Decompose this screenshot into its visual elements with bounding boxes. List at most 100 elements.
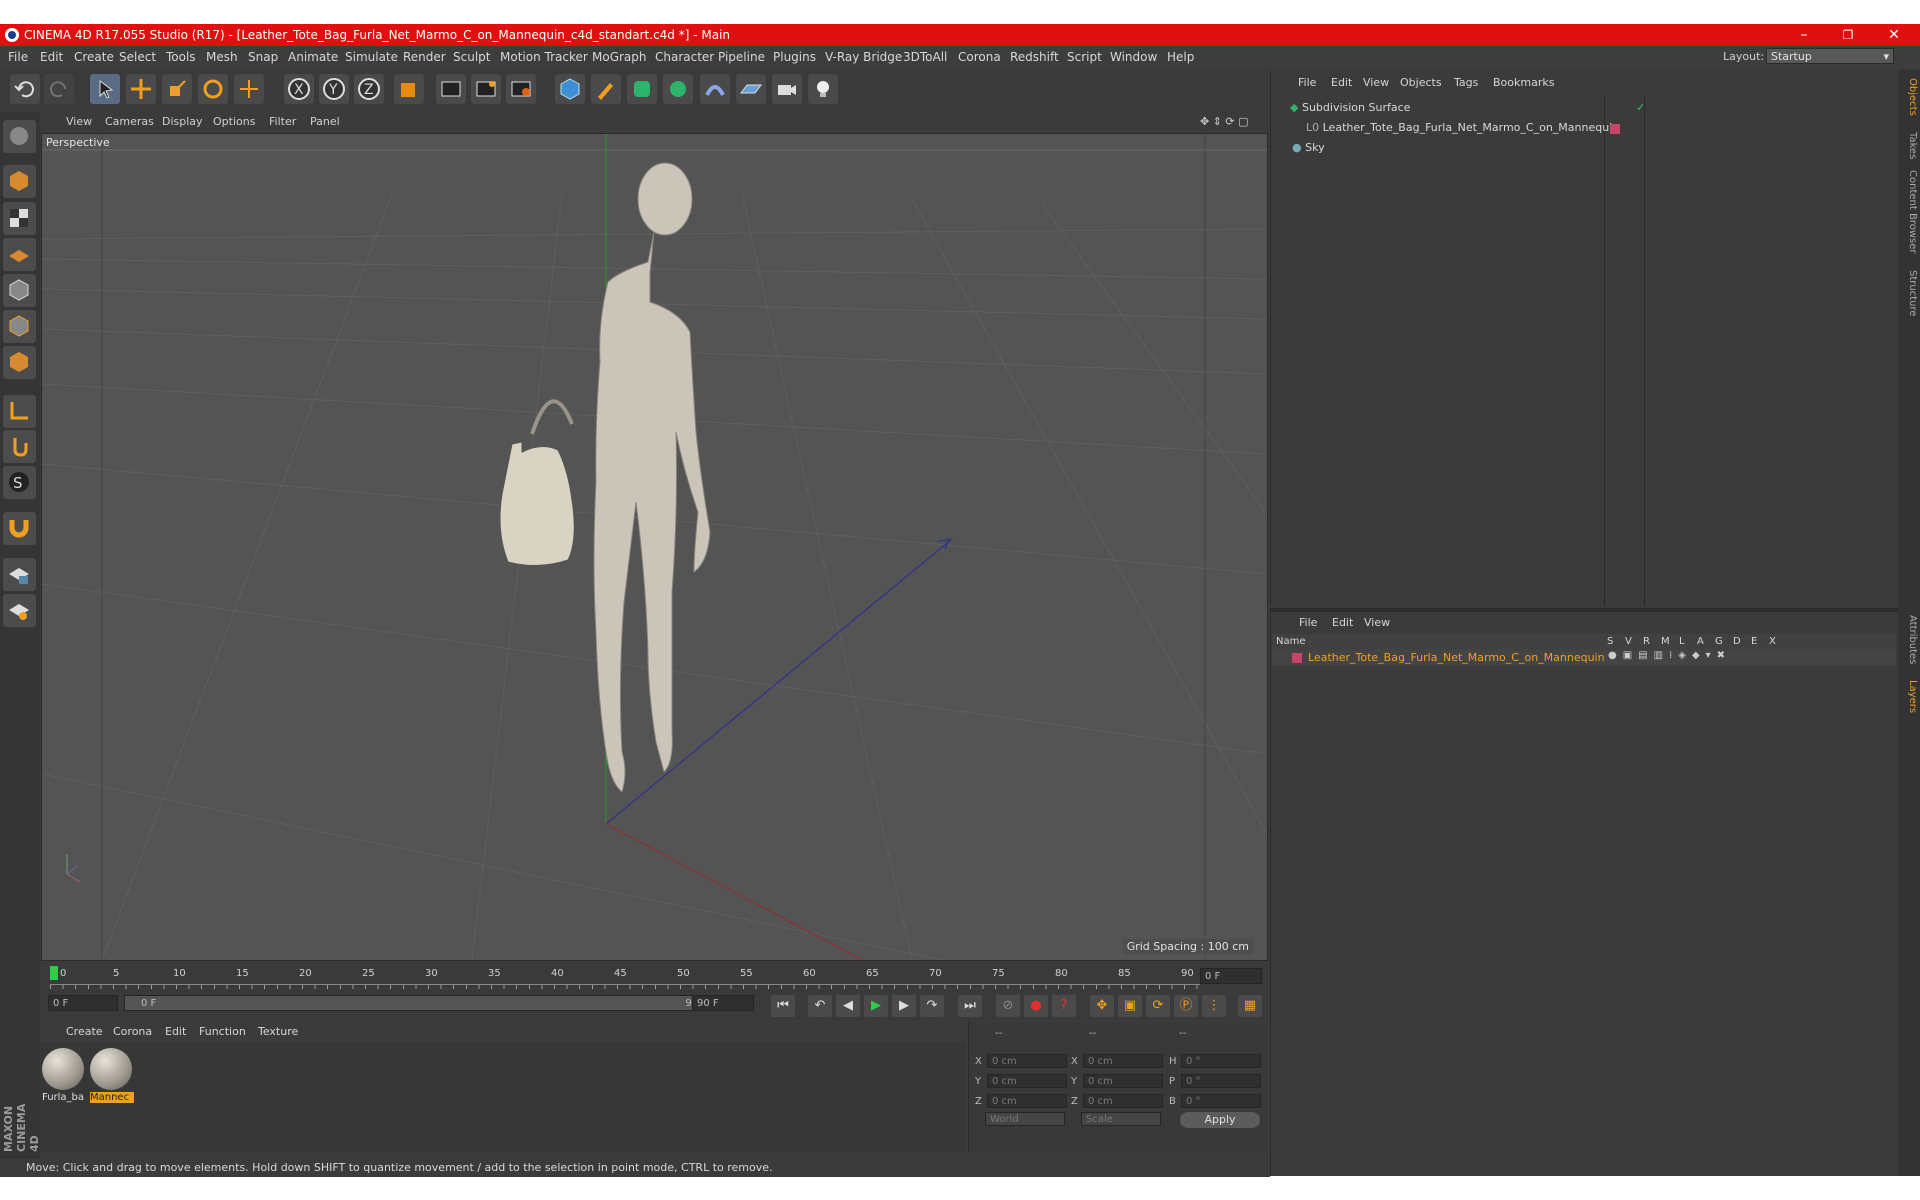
layer-col-name[interactable]: Name <box>1276 636 1306 647</box>
go-to-start-button[interactable]: ⏮ <box>771 995 795 1017</box>
layer-col-e[interactable]: E <box>1751 636 1757 647</box>
move-tool-button[interactable] <box>126 74 156 104</box>
key-rotation-button[interactable]: ⟳ <box>1146 995 1170 1017</box>
menu-corona[interactable]: Corona <box>958 50 1001 64</box>
viewport-menu-cameras[interactable]: Cameras <box>105 115 154 128</box>
menu-3dtoall[interactable]: 3DToAll <box>903 50 947 64</box>
minimize-button[interactable]: – <box>1784 25 1824 45</box>
menu-plugins[interactable]: Plugins <box>773 50 816 64</box>
key-pla-button[interactable]: ⋮ <box>1202 995 1226 1017</box>
layer-col-r[interactable]: R <box>1643 636 1650 647</box>
object-menu-edit[interactable]: Edit <box>1331 76 1352 89</box>
make-editable-button[interactable] <box>3 120 36 153</box>
rotation-b-field[interactable]: 0 ° <box>1181 1094 1261 1108</box>
layer-menu-file[interactable]: File <box>1299 616 1317 629</box>
layer-col-s[interactable]: S <box>1607 636 1613 647</box>
timeline-window-button[interactable]: ▦ <box>1238 995 1262 1017</box>
menu-snap[interactable]: Snap <box>248 50 278 64</box>
size-mode-select[interactable]: Scale <box>1081 1112 1161 1126</box>
key-position-button[interactable]: ✥ <box>1090 995 1114 1017</box>
menu-sculpt[interactable]: Sculpt <box>453 50 490 64</box>
menu-vray-bridge[interactable]: V-Ray Bridge <box>825 50 902 64</box>
material-thumbnail-selected[interactable] <box>90 1048 132 1090</box>
menu-pipeline[interactable]: Pipeline <box>718 50 765 64</box>
menu-script[interactable]: Script <box>1067 50 1102 64</box>
tab-content-browser[interactable]: Content Browser <box>1900 170 1918 253</box>
layer-menu-view[interactable]: View <box>1364 616 1390 629</box>
coordinate-system-button[interactable] <box>394 74 424 104</box>
floor-button[interactable] <box>736 74 766 104</box>
start-frame-field[interactable]: 0 F <box>48 995 118 1011</box>
playhead[interactable] <box>50 966 58 980</box>
rotation-h-field[interactable]: 0 ° <box>1181 1054 1261 1068</box>
layer-col-a[interactable]: A <box>1697 636 1704 647</box>
layer-row[interactable]: Leather_Tote_Bag_Furla_Net_Marmo_C_on_Ma… <box>1272 650 1896 666</box>
key-scale-button[interactable]: ▣ <box>1118 995 1142 1017</box>
object-menu-tags[interactable]: Tags <box>1454 76 1478 89</box>
menu-file[interactable]: File <box>8 50 28 64</box>
menu-redshift[interactable]: Redshift <box>1010 50 1059 64</box>
render-settings-button[interactable] <box>506 74 536 104</box>
menu-mesh[interactable]: Mesh <box>206 50 238 64</box>
undo-button[interactable] <box>10 74 40 104</box>
cube-object-button[interactable] <box>555 74 585 104</box>
menu-simulate[interactable]: Simulate <box>345 50 398 64</box>
menu-edit[interactable]: Edit <box>40 50 63 64</box>
key-parameter-button[interactable]: Ⓟ <box>1174 995 1198 1017</box>
checkmark-icon[interactable]: ✓ <box>1636 101 1645 114</box>
workplane-lock-button[interactable] <box>3 558 36 591</box>
object-row-sky[interactable]: ● Sky <box>1292 141 1325 154</box>
layer-col-x[interactable]: X <box>1769 636 1776 647</box>
material-menu-create[interactable]: Create <box>66 1025 103 1038</box>
magnet-tool-button[interactable] <box>3 512 36 545</box>
menu-character[interactable]: Character <box>655 50 714 64</box>
material-menu-texture[interactable]: Texture <box>258 1025 298 1038</box>
polygons-mode-button[interactable] <box>3 346 36 379</box>
record-button[interactable]: ● <box>1024 995 1048 1017</box>
material-thumbnail[interactable] <box>42 1048 84 1090</box>
menu-create[interactable]: Create <box>74 50 114 64</box>
transform-tool-button[interactable] <box>234 74 264 104</box>
position-z-field[interactable]: 0 cm <box>987 1094 1067 1108</box>
render-view-button[interactable] <box>436 74 466 104</box>
x-axis-lock-button[interactable]: X <box>284 74 314 104</box>
layer-col-d[interactable]: D <box>1733 636 1741 647</box>
cloner-button[interactable] <box>663 74 693 104</box>
autokey-button[interactable]: ? <box>1052 995 1076 1017</box>
spline-pen-button[interactable] <box>591 74 621 104</box>
viewport-menu-panel[interactable]: Panel <box>310 115 340 128</box>
viewport-menu-filter[interactable]: Filter <box>269 115 296 128</box>
record-keys-disabled-button[interactable]: ⊘ <box>996 995 1020 1017</box>
apply-button[interactable]: Apply <box>1180 1112 1260 1128</box>
layer-col-l[interactable]: L <box>1679 636 1685 647</box>
layer-menu-edit[interactable]: Edit <box>1332 616 1353 629</box>
previous-key-button[interactable]: ↶ <box>808 995 832 1017</box>
current-frame-field[interactable]: 0 F <box>1200 968 1262 984</box>
tab-layers[interactable]: Layers <box>1900 680 1918 713</box>
next-key-button[interactable]: ↷ <box>920 995 944 1017</box>
tab-takes[interactable]: Takes <box>1900 132 1918 159</box>
camera-button[interactable] <box>772 74 802 104</box>
menu-help[interactable]: Help <box>1167 50 1194 64</box>
object-row-tote-bag[interactable]: L0 Leather_Tote_Bag_Furla_Net_Marmo_C_on… <box>1306 121 1619 134</box>
layer-toggle-icons[interactable]: ●▣▤▥⁞◈◆▾✖ <box>1608 650 1731 661</box>
object-menu-file[interactable]: File <box>1298 76 1316 89</box>
workplane-mode-button[interactable] <box>3 238 36 271</box>
object-menu-view[interactable]: View <box>1363 76 1389 89</box>
size-x-field[interactable]: 0 cm <box>1083 1054 1163 1068</box>
frame-range-slider[interactable]: 0 F 90 F <box>124 995 724 1011</box>
perspective-viewport[interactable]: Perspective Grid Spacing : 100 cm <box>41 133 1268 961</box>
model-mode-button[interactable] <box>3 165 36 198</box>
points-mode-button[interactable] <box>3 274 36 307</box>
viewport-menu-options[interactable]: Options <box>213 115 255 128</box>
menu-animate[interactable]: Animate <box>288 50 338 64</box>
viewport-menu-display[interactable]: Display <box>162 115 203 128</box>
subdivision-button[interactable] <box>627 74 657 104</box>
menu-mograph[interactable]: MoGraph <box>592 50 647 64</box>
object-menu-objects[interactable]: Objects <box>1400 76 1442 89</box>
workplane-rotate-button[interactable] <box>3 594 36 627</box>
object-row-subdivision[interactable]: ◆ Subdivision Surface <box>1290 101 1410 114</box>
coordinate-mode-select[interactable]: World <box>985 1112 1065 1126</box>
tab-attributes[interactable]: Attributes <box>1900 615 1918 664</box>
end-frame-field[interactable]: 90 F <box>692 995 754 1011</box>
